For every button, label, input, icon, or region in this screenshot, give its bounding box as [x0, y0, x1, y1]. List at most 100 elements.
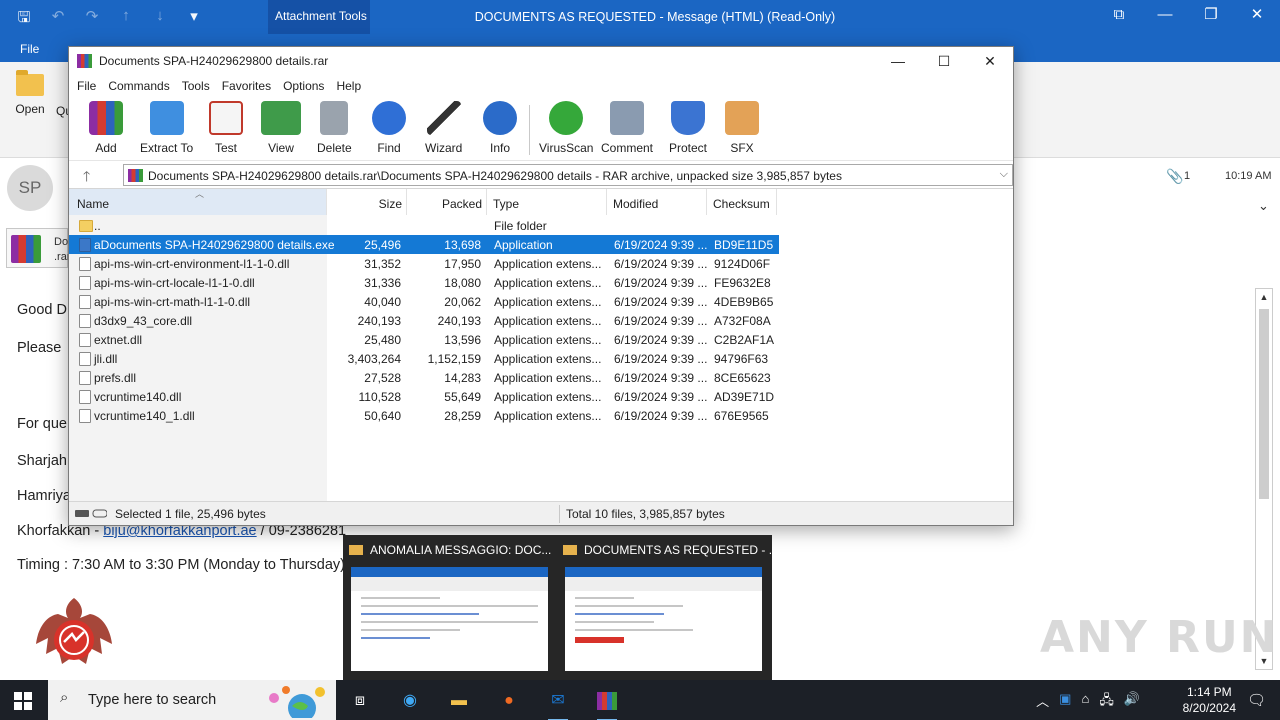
show-hidden-icons-icon[interactable]: ︿ [1036, 691, 1049, 713]
outlook-taskbar-icon[interactable]: ✉ [540, 686, 576, 720]
taskbar-search-box[interactable]: ⌕ Type here to search [48, 680, 336, 720]
menu-options[interactable]: Options [277, 75, 330, 97]
menu-file[interactable]: File [71, 75, 102, 97]
file-checksum-cell: C2B2AF1A [714, 333, 775, 347]
file-type-cell: Application extens... [494, 409, 602, 423]
column-header-modified[interactable]: Modified [607, 189, 707, 215]
port-logo-image [36, 598, 112, 664]
ribbon-display-options-icon[interactable]: ⧉ [1096, 0, 1142, 34]
table-row[interactable]: vcruntime140_1.dll 50,640 28,259 Applicatio… [69, 406, 779, 425]
attachment-chip[interactable]: Do .rar [6, 228, 71, 268]
file-type-cell: Application extens... [494, 390, 602, 404]
thumbnail-window-2[interactable]: DOCUMENTS AS REQUESTED - ... [557, 535, 779, 680]
tab-file[interactable]: File [20, 42, 39, 56]
winrar-taskbar-icon[interactable] [589, 686, 625, 720]
table-row[interactable]: extnet.dll 25,480 13,596 Application extens… [69, 330, 779, 349]
file-type-cell: Application extens... [494, 276, 602, 290]
add-button[interactable]: Add [89, 101, 123, 155]
windows-start-icon[interactable] [14, 692, 32, 710]
menu-favorites[interactable]: Favorites [216, 75, 277, 97]
winrar-icon [77, 54, 92, 68]
path-bar: 🡑 Documents SPA-H24029629800 details.rar… [69, 161, 1013, 189]
virusscan-button[interactable]: VirusScan [539, 101, 593, 155]
menu-tools[interactable]: Tools [176, 75, 216, 97]
info-button[interactable]: Info [483, 101, 517, 155]
find-button[interactable]: Find [372, 101, 406, 155]
table-row[interactable]: api-ms-win-crt-math-l1-1-0.dll 40,040 20,0… [69, 292, 779, 311]
open-button[interactable]: Open [12, 70, 48, 116]
dll-file-icon [79, 314, 91, 328]
table-row[interactable]: d3dx9_43_core.dll 240,193 240,193 Applicati… [69, 311, 779, 330]
file-modified-cell: 6/19/2024 9:39 ... [614, 371, 708, 385]
winrar-minimize-button[interactable]: — [875, 47, 921, 75]
winrar-menu-bar: File Commands Tools Favorites Options He… [69, 75, 1013, 97]
path-field[interactable]: Documents SPA-H24029629800 details.rar\D… [123, 164, 1013, 186]
taskbar-clock[interactable]: 1:14 PM 8/20/2024 [1183, 684, 1236, 716]
folder-icon [79, 220, 93, 232]
minimize-button[interactable]: — [1142, 0, 1188, 34]
file-size-cell: 40,040 [364, 295, 401, 309]
file-type-cell: Application extens... [494, 314, 602, 328]
winrar-close-button[interactable]: ✕ [967, 47, 1013, 75]
task-view-icon[interactable]: ⧈ [342, 686, 378, 716]
outlook-window-controls: ⧉ — ❐ ✕ [1096, 0, 1280, 34]
column-header-packed[interactable]: Packed [407, 189, 487, 215]
file-name-cell: api-ms-win-crt-math-l1-1-0.dll [94, 295, 251, 309]
file-size-cell: 31,352 [364, 257, 401, 271]
view-button[interactable]: View [261, 101, 301, 155]
restore-button[interactable]: ❐ [1188, 0, 1234, 34]
file-name-cell: d3dx9_43_core.dll [94, 314, 193, 328]
network-icon[interactable]: 🖧 [1099, 691, 1114, 713]
table-row[interactable]: prefs.dll 27,528 14,283 Application extens.… [69, 368, 779, 387]
table-row[interactable]: api-ms-win-crt-environment-l1-1-0.dll 31,… [69, 254, 779, 273]
table-row[interactable]: .. File folder [69, 216, 779, 235]
column-header-checksum[interactable]: Checksum [707, 189, 777, 215]
table-row[interactable]: vcruntime140.dll 110,528 55,649 Application… [69, 387, 779, 406]
scroll-up-icon[interactable]: ▲ [1256, 289, 1272, 305]
table-row[interactable]: api-ms-win-crt-locale-l1-1-0.dll 31,336 18… [69, 273, 779, 292]
body-line: Good D [17, 302, 67, 318]
volume-icon[interactable]: 🔊 [1124, 691, 1140, 713]
delete-trash-icon [320, 101, 349, 135]
column-header-size[interactable]: Size [327, 189, 407, 215]
scroll-thumb[interactable] [1259, 309, 1269, 499]
protect-button[interactable]: Protect [669, 101, 707, 155]
comment-button[interactable]: Comment [601, 101, 653, 155]
outlook-tray-icon[interactable]: ▣ [1059, 691, 1071, 713]
winrar-maximize-button[interactable]: ☐ [921, 47, 967, 75]
up-folder-icon[interactable]: 🡑 [83, 166, 90, 190]
firefox-icon[interactable]: ● [491, 686, 527, 716]
column-header-type[interactable]: Type [487, 189, 607, 215]
file-modified-cell: 6/19/2024 9:39 ... [614, 276, 708, 290]
column-header-name[interactable]: ︿ Name [69, 189, 327, 215]
file-type-cell: Application extens... [494, 371, 602, 385]
file-type-cell: Application extens... [494, 257, 602, 271]
notifications-icon[interactable]: 🗨 [1247, 691, 1266, 709]
chevron-down-icon[interactable]: ⌵ [1000, 168, 1008, 181]
outlook-title-bar: 🖫 ↶ ↷ ↑ ↓ ▾ DOCUMENTS AS REQUESTED - Mes… [0, 0, 1280, 34]
table-row[interactable]: aDocuments SPA-H24029629800 details.exe 2… [69, 235, 779, 254]
expand-header-icon[interactable]: ⌄ [1258, 198, 1269, 214]
file-checksum-cell: A732F08A [714, 314, 771, 328]
file-name-cell: vcruntime140_1.dll [94, 409, 195, 423]
menu-help[interactable]: Help [330, 75, 367, 97]
close-button[interactable]: ✕ [1234, 0, 1280, 34]
device-icon[interactable]: ⌂ [1081, 691, 1089, 713]
menu-commands[interactable]: Commands [102, 75, 175, 97]
wizard-button[interactable]: Wizard [425, 101, 462, 155]
file-explorer-icon[interactable]: ▬ [441, 686, 477, 716]
find-magnifier-icon [372, 101, 406, 135]
search-placeholder: Type here to search [88, 692, 217, 708]
edge-icon[interactable]: ◉ [392, 686, 428, 716]
extract-to-button[interactable]: Extract To [140, 101, 193, 155]
file-checksum-cell: 9124D06F [714, 257, 771, 271]
avatar: SP [7, 165, 53, 211]
window-title: DOCUMENTS AS REQUESTED - Message (HTML) … [474, 10, 836, 24]
thumbnail-window-1[interactable]: ANOMALIA MESSAGGIO: DOC... [343, 535, 557, 680]
test-button[interactable]: Test [209, 101, 243, 155]
file-size-cell: 25,496 [364, 238, 401, 252]
file-checksum-cell: FE9632E8 [714, 276, 771, 290]
delete-button[interactable]: Delete [317, 101, 352, 155]
sfx-button[interactable]: SFX [725, 101, 759, 155]
table-row[interactable]: jli.dll 3,403,264 1,152,159 Application ext… [69, 349, 779, 368]
